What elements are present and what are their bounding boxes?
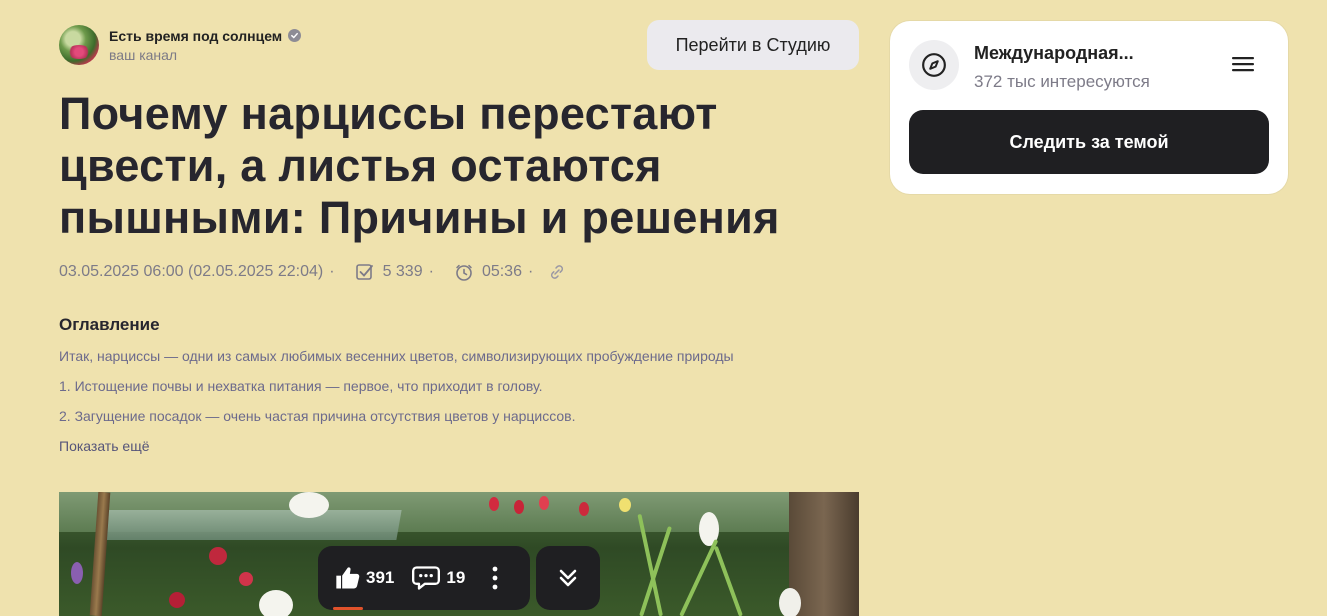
go-to-studio-button[interactable]: Перейти в Студию: [647, 20, 859, 70]
article-title: Почему нарциссы перестают цвести, а лист…: [59, 88, 780, 243]
toc-heading: Оглавление: [59, 315, 160, 334]
toc-item[interactable]: 1. Истощение почвы и нехватка питания — …: [59, 378, 543, 394]
channel-avatar[interactable]: [59, 25, 99, 65]
comments-button[interactable]: 19: [412, 565, 465, 591]
channel-header[interactable]: Есть время под солнцем ваш канал: [59, 25, 302, 65]
verified-check-icon: [288, 29, 302, 42]
meta-separator: ·: [527, 263, 534, 280]
channel-subtitle: ваш канал: [109, 46, 178, 63]
article-meta: 03.05.2025 06:00 (02.05.2025 22:04) · 5 …: [59, 262, 575, 282]
comment-count: 19: [446, 568, 466, 587]
meta-separator: ·: [428, 263, 434, 280]
link-icon[interactable]: [547, 262, 567, 282]
toc-item[interactable]: 2. Загущение посадок — очень частая прич…: [59, 408, 576, 424]
article-action-bar: 391 19: [318, 546, 530, 610]
reads-count: 5 339: [382, 263, 423, 280]
publish-date: 03.05.2025 06:00 (02.05.2025 22:04): [59, 263, 324, 280]
thumbs-up-icon: [336, 567, 360, 589]
channel-name[interactable]: Есть время под солнцем: [109, 28, 282, 44]
scroll-down-button[interactable]: [536, 546, 600, 610]
reading-progress-indicator: [333, 607, 363, 610]
channel-info: Есть время под солнцем ваш канал: [109, 28, 302, 63]
channel-name-row: Есть время под солнцем: [109, 28, 302, 44]
meta-separator: ·: [329, 263, 335, 280]
like-button[interactable]: 391: [334, 564, 394, 592]
checkbox-icon: [355, 262, 375, 282]
comment-bubble-icon: [412, 566, 441, 590]
toc-show-more-link[interactable]: Показать ещё: [59, 438, 150, 454]
follow-topic-button[interactable]: Следить за темой: [909, 110, 1269, 174]
toc-item[interactable]: Итак, нарциссы — одни из самых любимых в…: [59, 348, 734, 364]
clock-icon: [454, 262, 474, 282]
topic-card: Международная... 372 тыс интересуются Сл…: [890, 21, 1288, 194]
vertical-dots-icon: [492, 566, 498, 590]
compass-icon[interactable]: [909, 40, 959, 90]
topic-name[interactable]: Международная...: [974, 43, 1134, 64]
hamburger-menu-icon[interactable]: [1232, 56, 1254, 72]
double-chevron-down-icon: [559, 569, 577, 587]
more-options-button[interactable]: [491, 565, 499, 591]
topic-followers-count: 372 тыс интересуются: [974, 72, 1150, 91]
read-time: 05:36: [481, 263, 522, 280]
like-count: 391: [366, 568, 395, 587]
